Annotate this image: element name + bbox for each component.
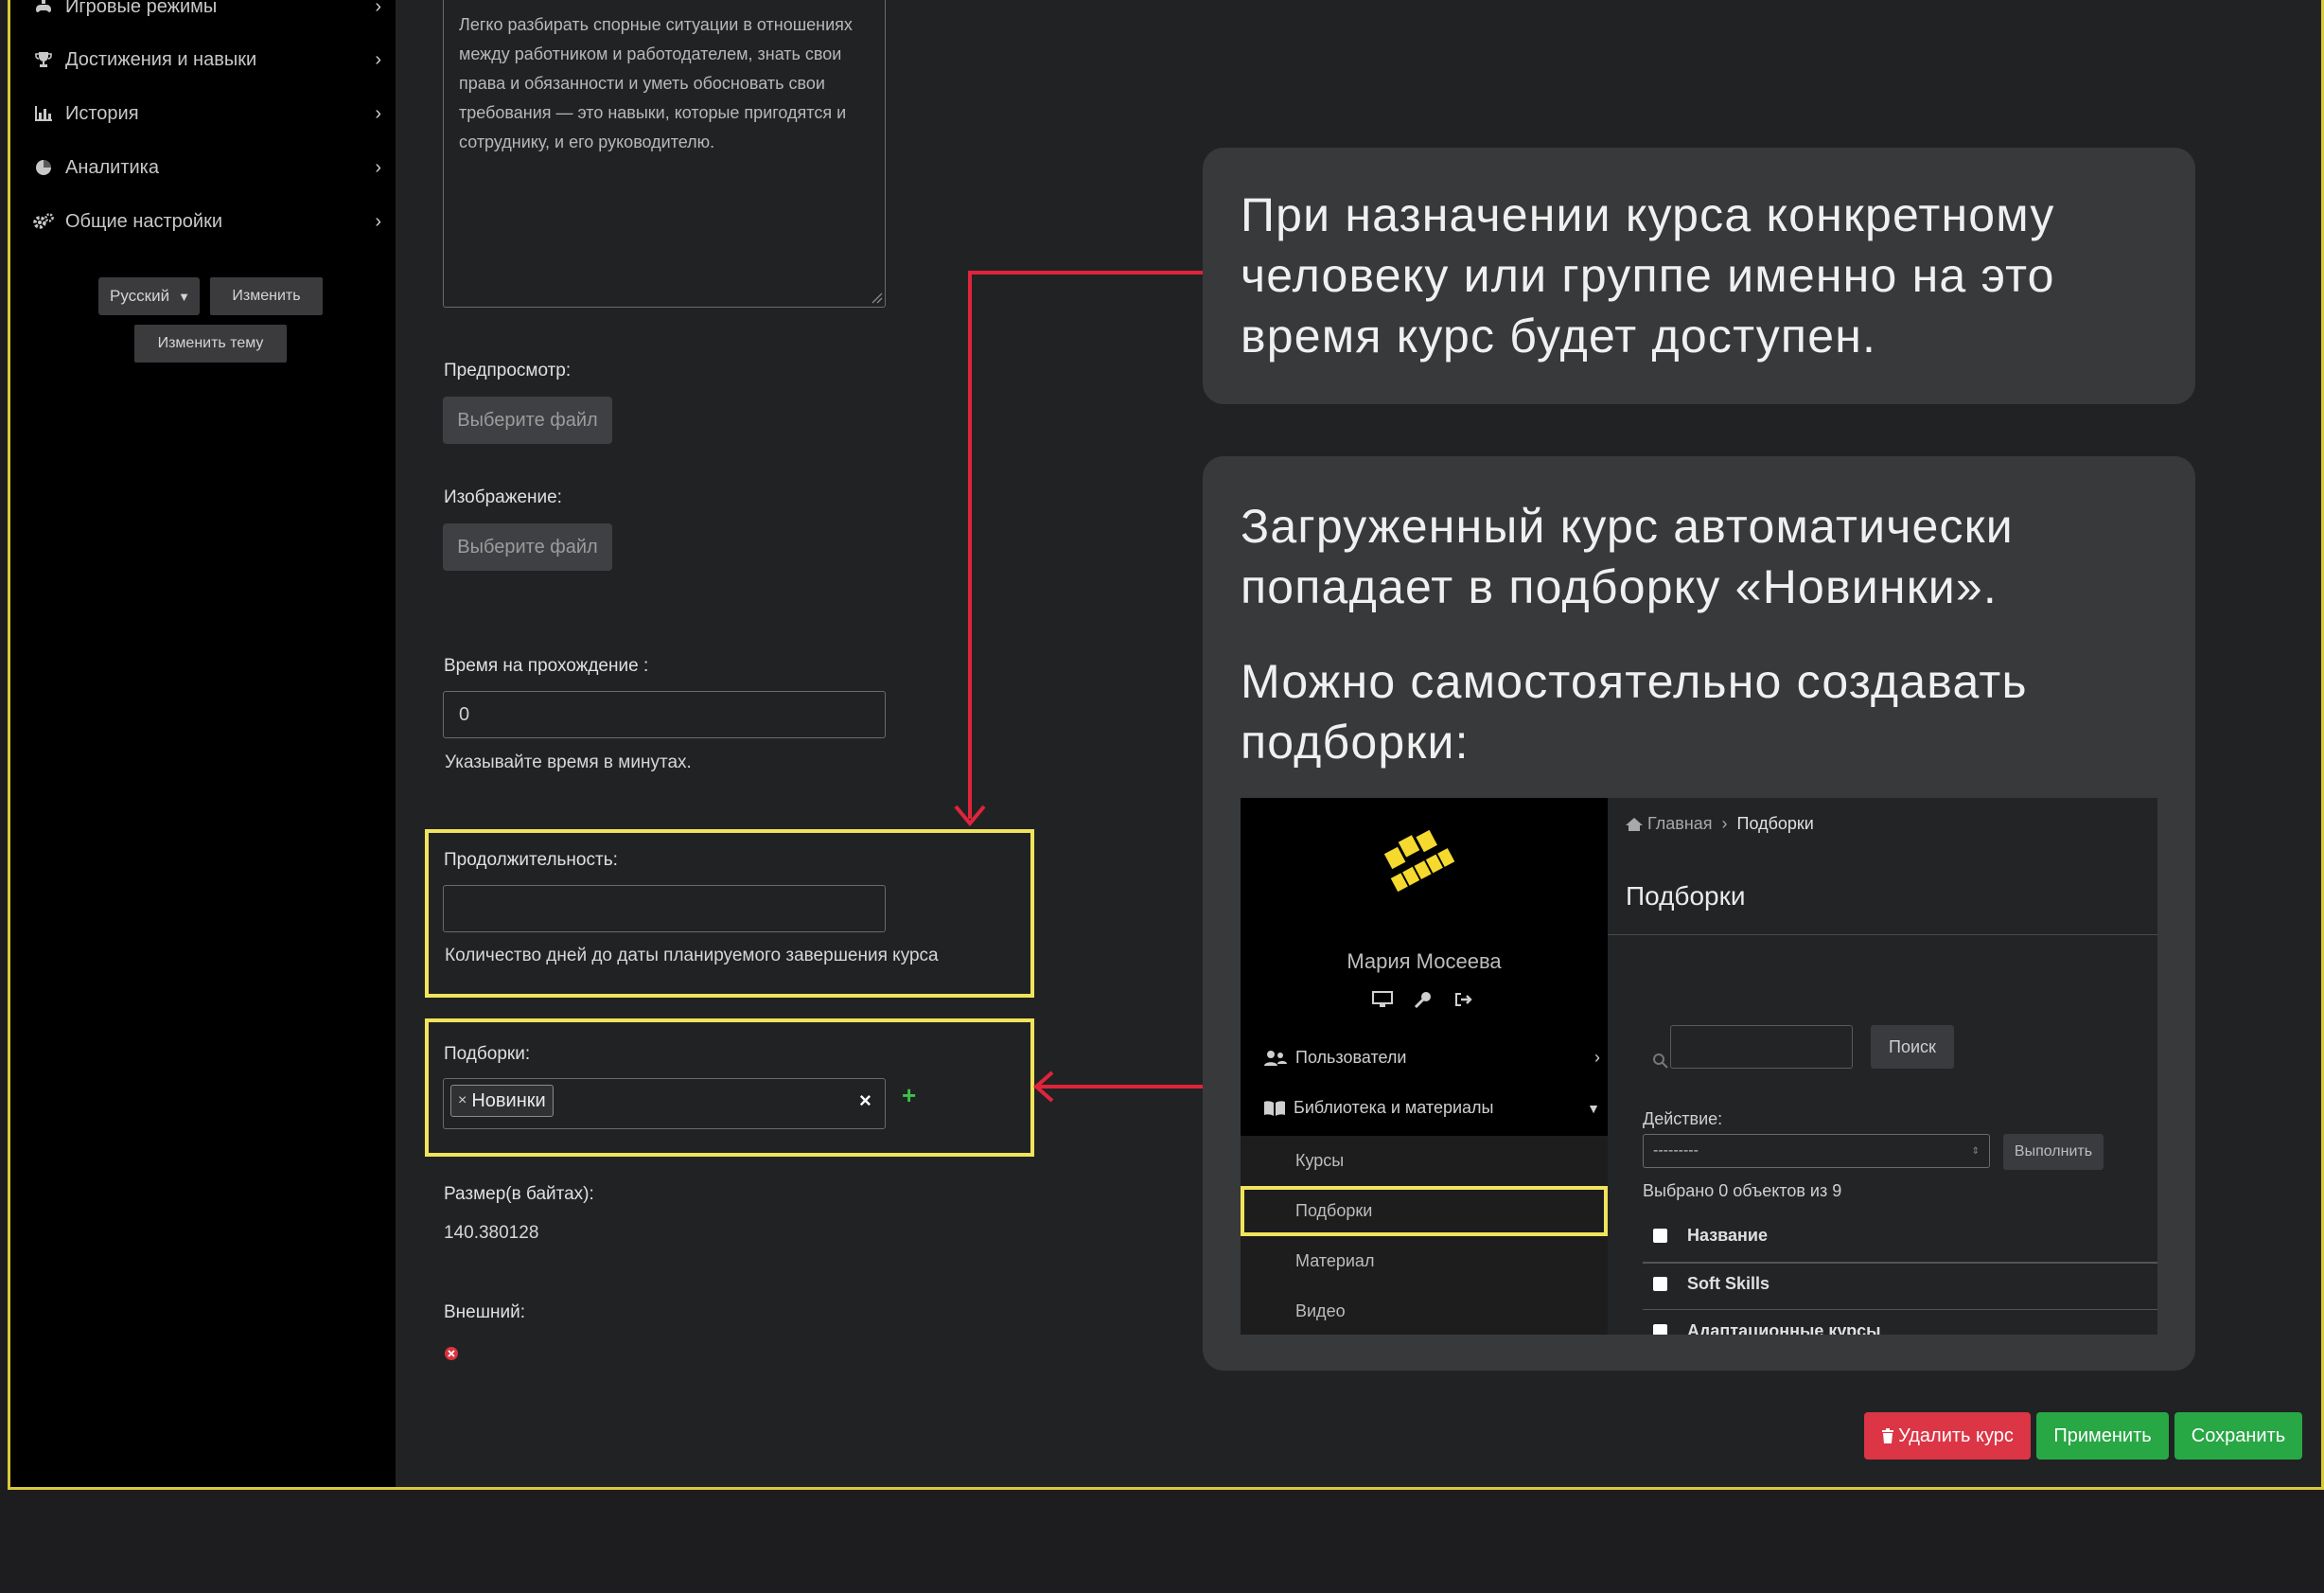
select-all-checkbox[interactable]: [1653, 1229, 1667, 1243]
breadcrumb-home[interactable]: Главная: [1647, 814, 1713, 834]
menu-library-label: Библиотека и материалы: [1294, 1098, 1494, 1117]
column-name-header: Название: [1687, 1226, 1768, 1245]
logout-icon[interactable]: [1453, 991, 1474, 1008]
action-select-value: ---------: [1653, 1142, 1699, 1159]
delete-course-button[interactable]: Удалить курс: [1864, 1412, 2031, 1460]
selected-count: Выбрано 0 объектов из 9: [1643, 1181, 1842, 1200]
screenshot-menu-users[interactable]: Пользователи ›: [1263, 1048, 1600, 1068]
screenshot-sub-video[interactable]: Видео: [1241, 1286, 1608, 1335]
select-arrows-icon: ⇕: [1971, 1145, 1980, 1157]
user-name: Мария Мосеева: [1347, 949, 1502, 973]
divider: [1608, 934, 2157, 935]
row-checkbox[interactable]: [1653, 1324, 1667, 1335]
delete-course-label: Удалить курс: [1898, 1425, 2014, 1446]
callout-duration: При назначении курса конкретному человек…: [1203, 148, 2195, 404]
screenshot-search-input[interactable]: [1670, 1025, 1853, 1069]
breadcrumb-separator: ›: [1721, 814, 1728, 833]
row-divider: [1643, 1309, 2157, 1310]
users-icon: [1264, 1050, 1287, 1066]
table-row[interactable]: Soft Skills: [1687, 1274, 1769, 1294]
screenshot-sub-collections[interactable]: Подборки: [1241, 1186, 1608, 1236]
menu-users-label: Пользователи: [1295, 1048, 1407, 1067]
screenshot-sub-courses[interactable]: Курсы: [1241, 1136, 1608, 1186]
callout-duration-text: При назначении курса конкретному человек…: [1241, 188, 2055, 363]
action-select[interactable]: --------- ⇕: [1643, 1134, 1990, 1168]
chevron-right-icon: ›: [1594, 1048, 1600, 1067]
breadcrumb: Главная › Подборки: [1625, 814, 1814, 834]
screenshot-page-title: Подборки: [1626, 881, 1746, 911]
collections-screenshot: Мария Мосеева Пользователи › Библиотека …: [1241, 798, 2157, 1335]
breadcrumb-current: Подборки: [1736, 814, 1814, 833]
apply-button[interactable]: Применить: [2036, 1412, 2169, 1460]
save-button[interactable]: Сохранить: [2174, 1412, 2302, 1460]
chevron-down-icon: ▼: [1587, 1100, 1600, 1116]
screenshot-menu-library[interactable]: Библиотека и материалы ▼: [1263, 1098, 1600, 1118]
key-icon[interactable]: [1414, 990, 1433, 1009]
search-icon: [1653, 1053, 1668, 1069]
table-row[interactable]: Адаптационные курсы: [1687, 1321, 1881, 1335]
home-icon: [1626, 817, 1643, 831]
book-icon: [1264, 1100, 1285, 1116]
screenshot-search-button[interactable]: Поиск: [1871, 1025, 1954, 1069]
brand-logo: [1383, 829, 1455, 893]
callout-collections-text-1: Загруженный курс автоматически попадает …: [1241, 500, 2014, 613]
screenshot-sub-material[interactable]: Материал: [1241, 1236, 1608, 1286]
table-header-divider: [1643, 1262, 2157, 1264]
arrow-to-duration: [968, 271, 1203, 819]
monitor-icon[interactable]: [1372, 991, 1393, 1008]
trash-icon: [1882, 1428, 1894, 1443]
screenshot-sidebar: Мария Мосеева Пользователи › Библиотека …: [1241, 798, 1608, 1335]
callout-collections-text-2: Можно самостоятельно создавать подборки:: [1241, 655, 2028, 769]
row-checkbox[interactable]: [1653, 1277, 1667, 1291]
screenshot-main: Главная › Подборки Подборки Поиск Действ…: [1608, 798, 2157, 1335]
action-label: Действие:: [1643, 1109, 1723, 1128]
execute-button[interactable]: Выполнить: [2003, 1134, 2104, 1170]
